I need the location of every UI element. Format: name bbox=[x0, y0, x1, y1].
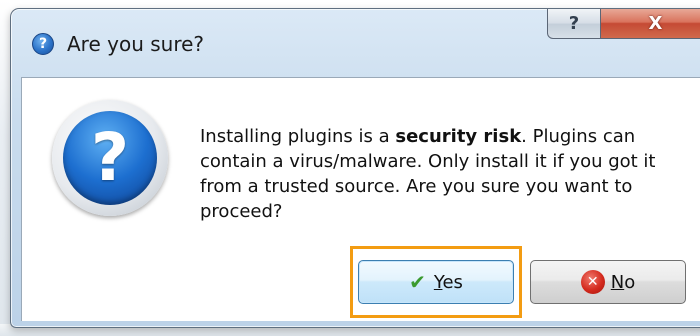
message-text: Installing plugins is a bbox=[200, 126, 396, 147]
question-icon-disc: ? bbox=[63, 111, 157, 205]
dialog-body: ? Installing plugins is a security risk.… bbox=[21, 77, 700, 321]
question-icon: ? bbox=[32, 33, 54, 55]
question-icon: ? bbox=[52, 100, 168, 216]
no-button-label: No bbox=[611, 272, 635, 293]
screen: ? Are you sure? ? X ? Installing plugins… bbox=[0, 0, 700, 336]
confirm-dialog: ? Are you sure? ? X ? Installing plugins… bbox=[10, 8, 700, 328]
dialog-message: Installing plugins is a security risk. P… bbox=[200, 124, 692, 224]
dialog-title: Are you sure? bbox=[67, 32, 205, 56]
desktop-background bbox=[0, 0, 10, 336]
no-mnemonic: N bbox=[610, 271, 625, 293]
close-button[interactable]: X bbox=[601, 9, 700, 39]
close-icon: X bbox=[648, 13, 663, 34]
help-icon: ? bbox=[568, 13, 580, 34]
no-label-rest: o bbox=[624, 271, 636, 293]
no-button[interactable]: ✕ No bbox=[530, 260, 686, 304]
message-emphasis: security risk bbox=[395, 126, 522, 147]
yes-button-label: Yes bbox=[434, 272, 463, 293]
checkmark-icon: ✔ bbox=[409, 270, 426, 294]
help-button[interactable]: ? bbox=[547, 9, 601, 39]
title-bar[interactable]: ? Are you sure? ? X bbox=[11, 9, 700, 77]
yes-button[interactable]: ✔ Yes bbox=[358, 260, 514, 304]
error-x-icon: ✕ bbox=[580, 270, 605, 294]
yes-label-rest: es bbox=[442, 271, 463, 293]
caption-buttons: ? X bbox=[547, 9, 700, 41]
